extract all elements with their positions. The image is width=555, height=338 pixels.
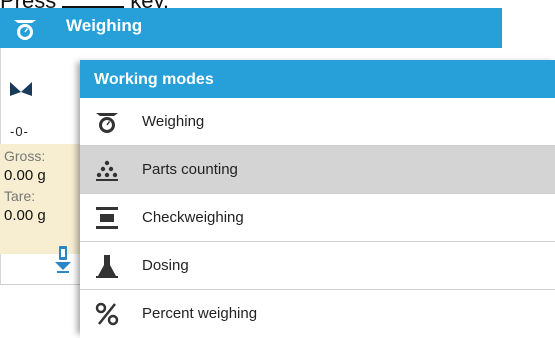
menu-item-label: Parts counting	[142, 161, 238, 178]
dosing-icon	[96, 255, 118, 278]
checkweighing-icon	[96, 207, 118, 229]
popup-header: Working modes	[80, 60, 555, 98]
menu-item-label: Percent weighing	[142, 305, 258, 322]
menu-item-dosing[interactable]: Dosing	[80, 242, 555, 290]
tare-label: Tare:	[4, 188, 36, 204]
tare-value: 0.00 g	[4, 207, 46, 224]
scale-icon[interactable]	[12, 16, 38, 42]
parts-counting-icon	[96, 160, 118, 181]
key-placeholder	[62, 0, 125, 8]
menu-item-label: Dosing	[142, 257, 189, 274]
percent-icon	[95, 302, 119, 326]
stability-icon	[10, 82, 32, 96]
header-title: Weighing	[66, 16, 143, 35]
menu-item-label: Weighing	[142, 113, 205, 130]
app-header: Weighing	[0, 8, 502, 48]
menu-item-weighing[interactable]: Weighing	[80, 98, 555, 146]
menu-item-checkweighing[interactable]: Checkweighing	[80, 194, 555, 242]
working-modes-popup: Working modes Weighing Parts counting Ch…	[80, 60, 555, 338]
gross-value: 0.00 g	[4, 167, 46, 184]
info-box: Gross: 0.00 g Tare: 0.00 g	[0, 144, 80, 254]
zero-indicator: -0-	[10, 124, 29, 139]
arrow-down-icon[interactable]	[52, 244, 74, 276]
gross-label: Gross:	[4, 148, 46, 164]
menu-item-parts-counting[interactable]: Parts counting	[80, 146, 555, 194]
scale-icon	[96, 113, 118, 133]
popup-title: Working modes	[94, 71, 214, 88]
menu-item-percent-weighing[interactable]: Percent weighing	[80, 290, 555, 338]
menu-item-label: Checkweighing	[142, 209, 244, 226]
